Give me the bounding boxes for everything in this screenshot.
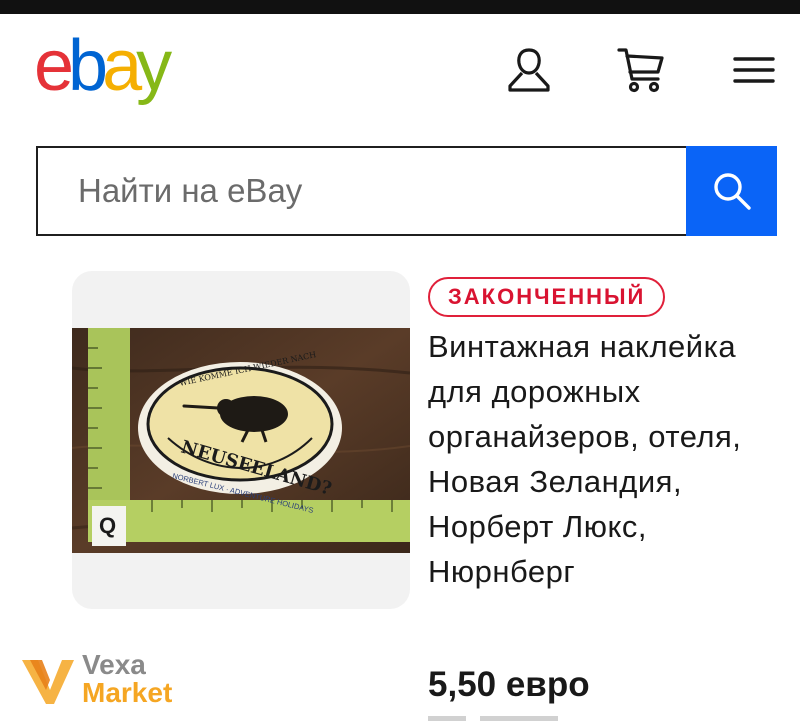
ebay-logo[interactable]: ebay — [34, 26, 172, 106]
logo-letter-a: a — [102, 26, 142, 106]
listing-price: 5,50 евро — [428, 665, 590, 704]
logo-letter-y: y — [136, 26, 172, 106]
listing-title[interactable]: Винтажная наклейка для дорожных органайз… — [428, 324, 748, 594]
logo-letter-e: e — [34, 26, 74, 106]
menu-icon[interactable] — [730, 46, 778, 94]
watermark-line-2: Market — [82, 677, 173, 708]
cutoff-text-line — [428, 714, 628, 721]
watermark-line-1: Vexa — [82, 649, 146, 680]
logo-letter-b: b — [68, 26, 108, 106]
listing-photo-card[interactable]: Q WIE KOMME ICH WIEDER NACH NEUSEELAND? … — [72, 271, 410, 609]
search-button[interactable] — [686, 146, 777, 236]
search-input[interactable] — [36, 146, 730, 236]
cart-icon[interactable] — [617, 46, 665, 94]
search-bar — [36, 146, 777, 236]
search-icon — [714, 173, 751, 210]
user-icon[interactable] — [505, 46, 553, 94]
vexa-logo-icon — [22, 660, 74, 704]
listing-photo: Q WIE KOMME ICH WIEDER NACH NEUSEELAND? … — [72, 328, 410, 553]
status-badge: ЗАКОНЧЕННЫЙ — [428, 277, 666, 317]
ruler-letter: Q — [99, 513, 116, 538]
vexa-market-watermark: Vexa Market — [20, 650, 200, 710]
status-bar — [0, 0, 800, 14]
